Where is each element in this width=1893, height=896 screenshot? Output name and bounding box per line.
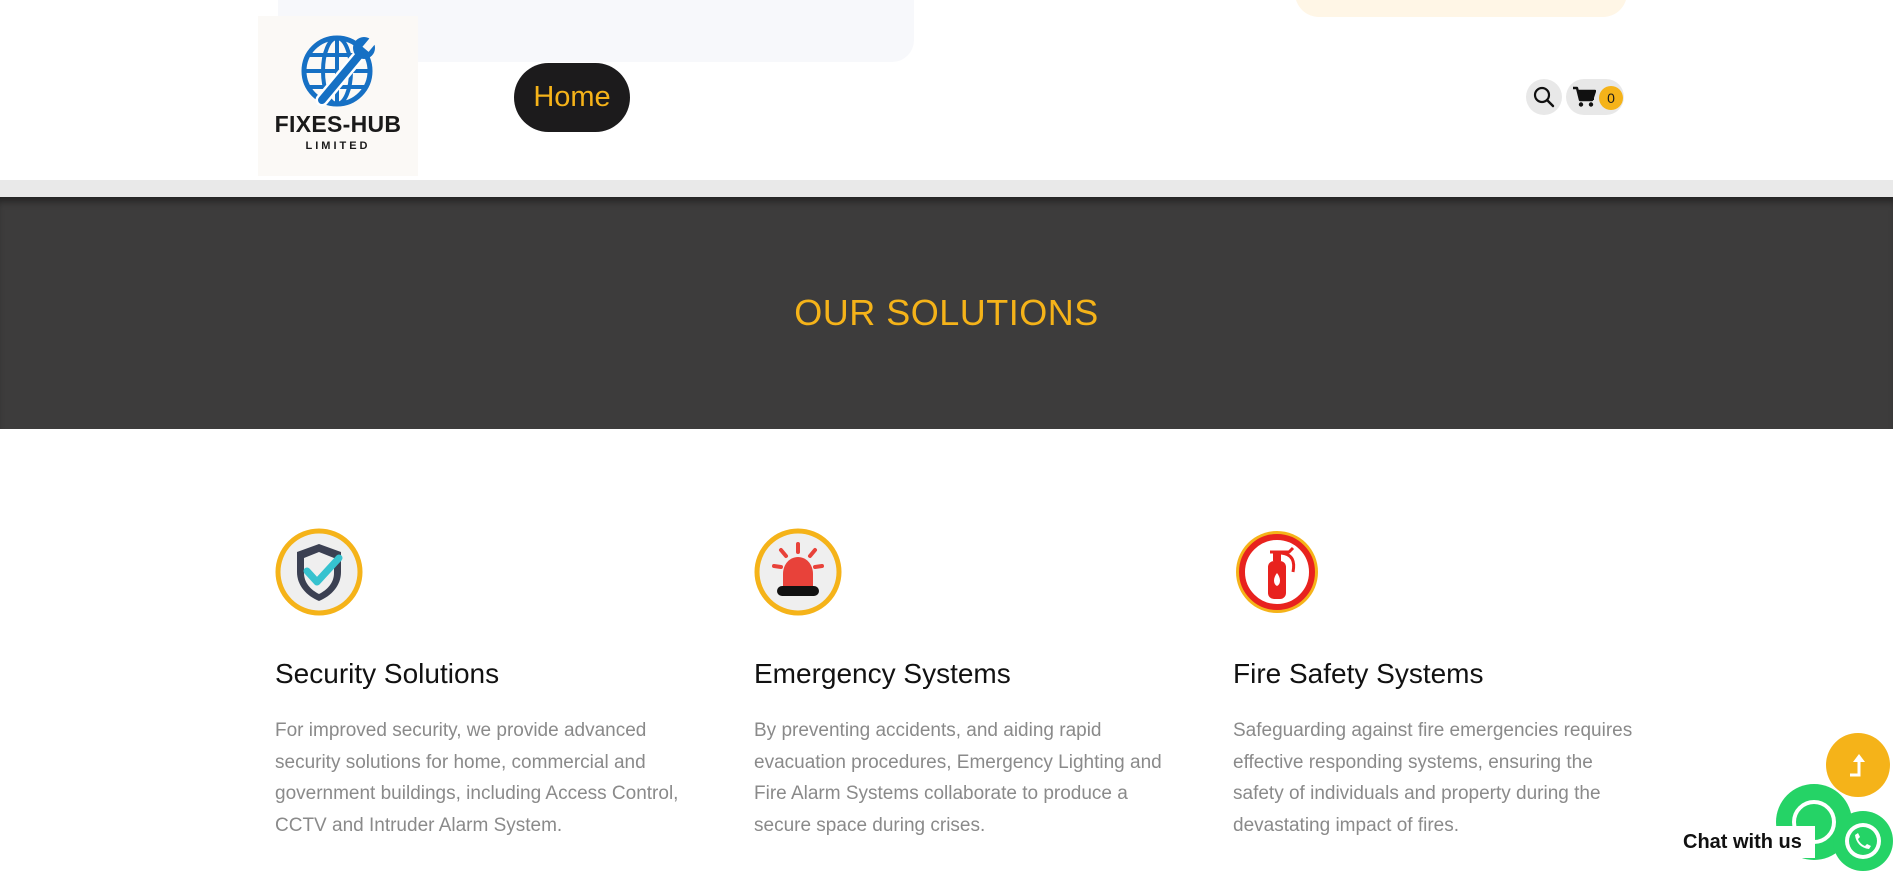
solution-description: Safeguarding against fire emergencies re… (1233, 720, 1633, 836)
site-logo[interactable]: FIXES-HUB LIMITED (258, 16, 418, 176)
whatsapp-chat-button[interactable] (1833, 811, 1893, 871)
globe-wrench-icon (301, 35, 377, 107)
cart-button[interactable]: 0 (1566, 79, 1624, 115)
page-title: OUR SOLUTIONS (794, 292, 1099, 333)
search-icon (1533, 86, 1555, 108)
header-divider (0, 180, 1893, 197)
search-button[interactable] (1526, 79, 1562, 115)
site-header: FIXES-HUB LIMITED Home 0 (0, 0, 1893, 180)
chat-with-us-label[interactable]: Chat with us (1670, 826, 1815, 858)
logo-subtitle: LIMITED (305, 140, 371, 152)
nav-home-button[interactable]: Home (514, 63, 630, 132)
solution-description: For improved security, we provide advanc… (275, 720, 679, 836)
solution-title: Security Solutions (275, 658, 500, 689)
shield-check-icon (275, 528, 363, 616)
alarm-siren-icon (754, 528, 842, 616)
cart-icon (1573, 86, 1596, 107)
fire-extinguisher-icon (1236, 531, 1318, 613)
solution-description: By preventing accidents, and aiding rapi… (754, 720, 1162, 836)
whatsapp-icon (1845, 823, 1881, 859)
solutions-banner: OUR SOLUTIONS (0, 197, 1893, 429)
cart-count-badge: 0 (1599, 86, 1623, 110)
logo-title: FIXES-HUB (274, 111, 402, 137)
arrow-up-icon (1850, 754, 1865, 777)
solution-title: Fire Safety Systems (1233, 658, 1484, 689)
solution-title: Emergency Systems (754, 658, 1011, 689)
